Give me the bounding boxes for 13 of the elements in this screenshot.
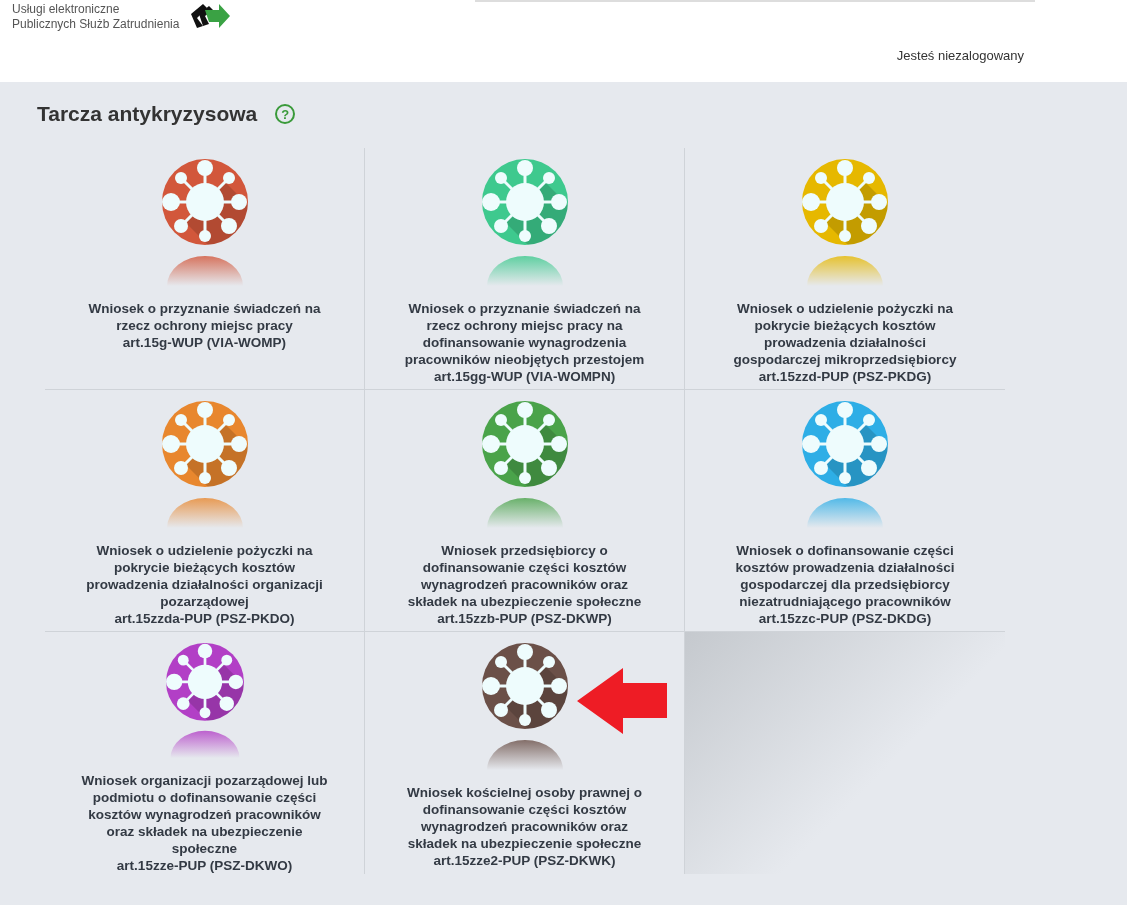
application-title[interactable]: Wniosek o udzielenie pożyczki na pokrycie bieżących kosztów prowadzenia działalności gospodarczej mikroprzedsiębiorcy art.15zzd-PUP (PSZ-PKDG): [719, 300, 971, 385]
application-title[interactable]: Wniosek o udzielenie pożyczki na pokrycie bieżących kosztów prowadzenia działalności organizacji pozarządowej art.15zzda-PUP (PSZ-PKDO): [78, 542, 331, 627]
application-title[interactable]: Wniosek kościelnej osoby prawnej o dofinansowanie części kosztów wynagrodzeń pracowników oraz składek na ubezpieczenie społeczne art.15zze2-PUP (PSZ-DKWK): [398, 784, 651, 869]
application-title[interactable]: Wniosek o przyznanie świadczeń na rzecz ochrony miejsc pracy art.15g-WUP (VIA-WOMP): [78, 300, 331, 351]
arrow-icon: [577, 668, 667, 734]
brand-name: Usługi elektroniczne Publicznych Służb Zatrudnienia: [12, 2, 180, 32]
page-title: Tarcza antykryzysowa: [37, 102, 258, 126]
application-title[interactable]: Wniosek o przyznanie świadczeń na rzecz ochrony miejsc pracy na dofinansowanie wynagrodzenia pracowników nieobjętych przestojem art.15gg-WUP (VIA-WOMPN): [398, 300, 651, 385]
logo-icon: [189, 2, 232, 30]
application-title[interactable]: Wniosek organizacji pozarządowej lub podmiotu o dofinansowanie części kosztów wynagrodzeń pracowników oraz składek na ubezpieczenie społeczne art.15zze-PUP (PSZ-DKWO): [78, 772, 331, 874]
login-status: Jesteś niezalogowany: [896, 47, 1025, 65]
application-title[interactable]: Wniosek przedsiębiorcy o dofinansowanie części kosztów wynagrodzeń pracowników oraz składek na ubezpieczenie społeczne art.15zzb-PUP (PSZ-DKWP): [398, 542, 651, 627]
application-title[interactable]: Wniosek o dofinansowanie części kosztów prowadzenia działalności gospodarczej dla przedsiębiorcy niezatrudniającego pracowników art.15zzc-PUP (PSZ-DKDG): [719, 542, 971, 627]
